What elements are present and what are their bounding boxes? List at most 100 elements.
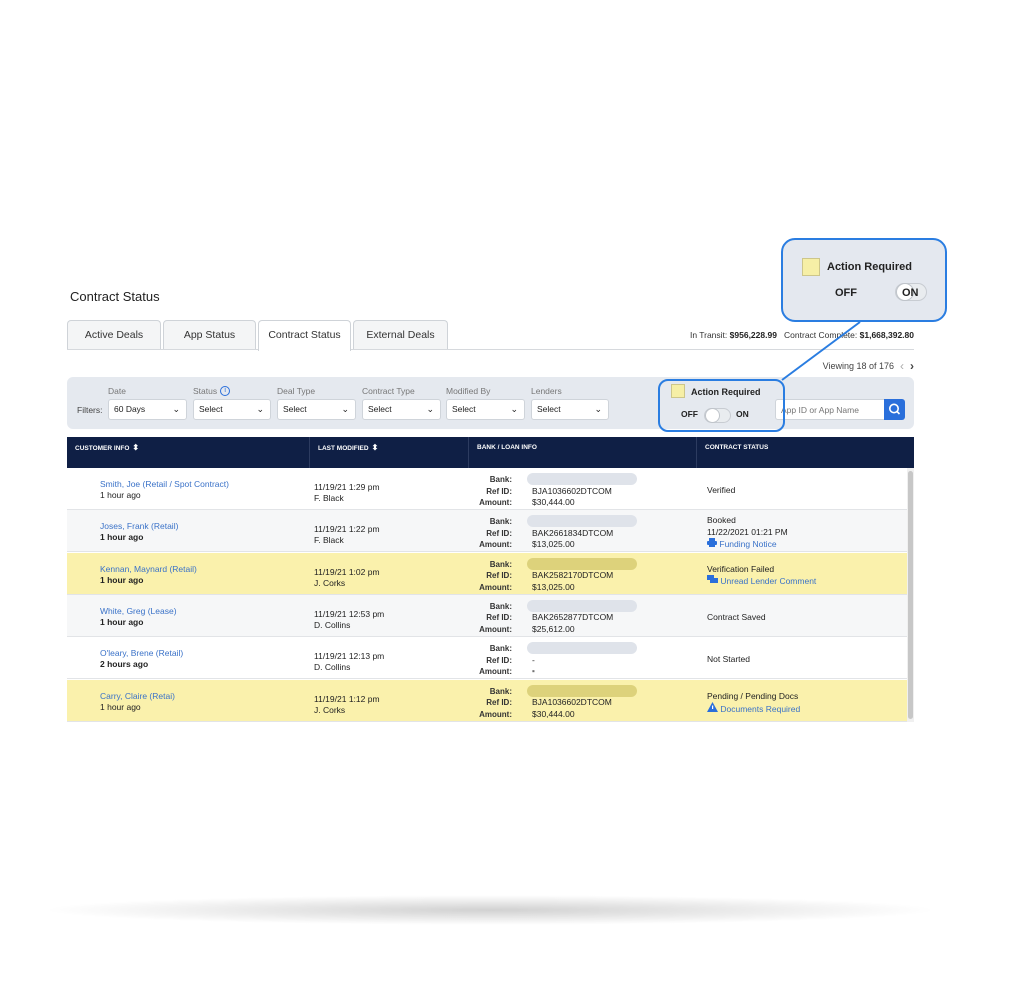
ref-label: Ref ID: — [486, 528, 512, 538]
col-contract-status: CONTRACT STATUS — [697, 437, 914, 468]
table-row[interactable]: O'leary, Brene (Retail) 2 hours ago 11/19… — [67, 637, 907, 687]
chevron-down-icon: ⌄ — [594, 404, 602, 414]
next-page-icon[interactable]: › — [910, 359, 914, 373]
callout-swatch — [802, 258, 820, 276]
selected-value: 60 Days — [114, 404, 146, 414]
amount-label: Amount: — [479, 582, 512, 592]
date-select[interactable]: 60 Days ⌄ — [108, 399, 187, 420]
search-button[interactable] — [884, 399, 905, 420]
bank-label: Bank: — [489, 601, 512, 611]
selected-value: Select — [199, 404, 223, 414]
status-link-text[interactable]: Documents Required — [720, 704, 800, 714]
contract-status: Contract Saved — [707, 612, 766, 624]
amount-label: Amount: — [479, 709, 512, 719]
amount-label: Amount: — [479, 624, 512, 634]
sort-icon[interactable]: ⬍ — [372, 443, 379, 452]
ref-label: Ref ID: — [486, 486, 512, 496]
status-text: Pending / Pending Docs — [707, 690, 799, 701]
col-label: BANK / LOAN INFO — [477, 444, 537, 451]
contract-status: Not Started — [707, 654, 750, 666]
deal-type-select[interactable]: Select ⌄ — [277, 399, 356, 420]
table-row[interactable]: Kennan, Maynard (Retail) 1 hour ago 11/19… — [67, 552, 907, 595]
customer-name-link[interactable]: Carry, Claire (Retai) — [100, 691, 175, 702]
lenders-select[interactable]: Select ⌄ — [531, 399, 609, 420]
drop-shadow — [40, 895, 940, 925]
modified-date: 11/19/21 1:12 pm — [314, 693, 380, 704]
status-select[interactable]: Select ⌄ — [193, 399, 271, 420]
table-row[interactable]: White, Greg (Lease) 1 hour ago 11/19/21 1… — [67, 594, 907, 637]
modified-by: D. Collins — [314, 619, 351, 630]
scrollbar-thumb[interactable] — [908, 471, 913, 719]
time-ago: 1 hour ago — [100, 701, 141, 712]
scrollbar[interactable] — [907, 468, 914, 722]
tab-active-deals[interactable]: Active Deals — [67, 320, 161, 350]
ref-id: BAK2582170DTCOM — [532, 570, 614, 581]
modified-by-select[interactable]: Select ⌄ — [446, 399, 525, 420]
bank-loan-info: Bank: Ref ID: BAK2652877DTCOM Amount: $25,… — [467, 599, 637, 636]
status-link-text[interactable]: Funding Notice — [719, 539, 776, 549]
col-customer-info[interactable]: CUSTOMER INFO ⬍ — [67, 437, 310, 468]
callout-connector — [781, 321, 861, 381]
bank-name-redacted — [527, 473, 637, 485]
time-ago: 1 hour ago — [100, 532, 144, 543]
table-row[interactable]: Carry, Claire (Retai) 1 hour ago 11/19/21… — [67, 679, 907, 722]
prev-page-icon[interactable]: ‹ — [900, 359, 904, 373]
status-link-text[interactable]: Unread Lender Comment — [720, 576, 816, 586]
table-row[interactable]: Smith, Joe (Retail / Spot Contract) 1 hou… — [67, 468, 907, 510]
contract-status: Booked 11/22/2021 01:21 PM Funding Notice — [707, 515, 788, 551]
modified-by: F. Black — [314, 493, 344, 503]
customer-name-link[interactable]: White, Greg (Lease) — [100, 606, 177, 617]
lenders-label: Lenders — [531, 386, 562, 396]
customer-name-link[interactable]: O'leary, Brene (Retail) — [100, 648, 183, 659]
customer-info: Joses, Frank (Retail) 1 hour ago — [100, 521, 178, 543]
selected-value: Select — [368, 404, 392, 414]
status-link[interactable]: Unread Lender Comment — [707, 575, 816, 588]
action-required-highlight — [658, 379, 785, 432]
col-label: CUSTOMER INFO — [75, 445, 130, 452]
ref-id: BAK2652877DTCOM — [532, 612, 614, 623]
col-bank-loan-info: BANK / LOAN INFO — [469, 437, 697, 468]
customer-name-link[interactable]: Smith, Joe (Retail / Spot Contract) — [100, 479, 229, 490]
modified-by: D. Collins — [314, 662, 351, 673]
ref-id: BJA1036602DTCOM — [532, 485, 612, 496]
callout-label: Action Required — [827, 261, 912, 273]
amount: $13,025.00 — [532, 581, 575, 592]
callout-off-label: OFF — [835, 287, 857, 299]
modified-by-label: Modified By — [446, 386, 490, 396]
modified-date: 11/19/21 1:02 pm — [314, 566, 380, 577]
search-icon — [889, 403, 901, 415]
col-label: LAST MODIFIED — [318, 445, 369, 452]
info-icon[interactable]: i — [220, 386, 231, 396]
bank-name-redacted — [527, 515, 637, 528]
label-text: Status — [193, 386, 218, 396]
modified-date: 11/19/21 1:29 pm — [314, 482, 380, 492]
action-required-callout — [781, 238, 947, 322]
status-link[interactable]: Funding Notice — [707, 538, 788, 551]
tab-contract-status[interactable]: Contract Status — [258, 320, 351, 351]
status-link[interactable]: Documents Required — [707, 702, 800, 716]
customer-info: White, Greg (Lease) 1 hour ago — [100, 606, 177, 628]
time-ago: 2 hours ago — [100, 659, 149, 670]
search-input[interactable] — [775, 399, 885, 420]
modified-by: F. Black — [314, 535, 344, 546]
filters-label: Filters: — [77, 405, 103, 415]
status-text: Contract Saved — [707, 611, 766, 622]
tab-external-deals[interactable]: External Deals — [353, 320, 448, 350]
contract-type-select[interactable]: Select ⌄ — [362, 399, 441, 420]
contract-status: Pending / Pending Docs Documents Require… — [707, 691, 800, 716]
chevron-down-icon: ⌄ — [426, 404, 434, 414]
chevron-down-icon: ⌄ — [341, 404, 349, 414]
last-modified: 11/19/21 12:53 pm D. Collins — [314, 609, 384, 631]
col-last-modified[interactable]: LAST MODIFIED ⬍ — [310, 437, 469, 468]
customer-name-link[interactable]: Joses, Frank (Retail) — [100, 521, 178, 532]
bank-label: Bank: — [489, 559, 512, 569]
col-label: CONTRACT STATUS — [705, 444, 769, 451]
bank-label: Bank: — [489, 644, 512, 654]
customer-name-link[interactable]: Kennan, Maynard (Retail) — [100, 564, 197, 575]
table-row[interactable]: Joses, Frank (Retail) 1 hour ago 11/19/21… — [67, 510, 907, 553]
tab-app-status[interactable]: App Status — [163, 320, 256, 350]
deal-type-label: Deal Type — [277, 386, 315, 396]
sort-icon[interactable]: ⬍ — [132, 443, 139, 452]
modified-date: 11/19/21 1:22 pm — [314, 524, 380, 535]
warning-icon — [707, 702, 718, 714]
